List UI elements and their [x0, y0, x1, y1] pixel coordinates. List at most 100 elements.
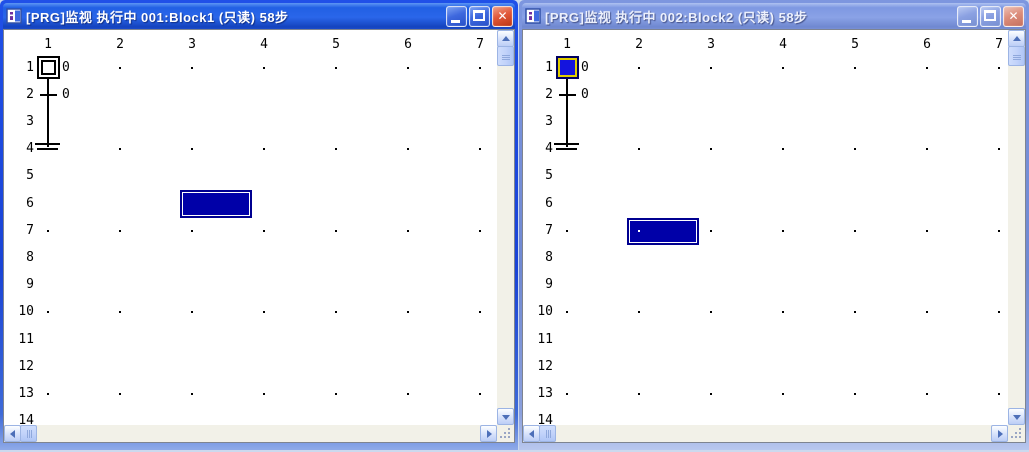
row-header: 13	[525, 387, 553, 401]
row-header: 7	[6, 224, 34, 238]
horizontal-scrollbar[interactable]	[4, 425, 497, 442]
sfc-transition-number: 0	[581, 88, 589, 102]
window-client-area: 1234567123456789101112131400	[3, 29, 515, 443]
scroll-right-button[interactable]	[991, 425, 1008, 442]
horizontal-scroll-thumb[interactable]	[539, 425, 556, 442]
row-header: 1	[525, 61, 553, 75]
column-header: 2	[110, 38, 130, 52]
grid-dot	[191, 311, 193, 313]
grid-dot	[335, 393, 337, 395]
sfc-transition[interactable]	[559, 94, 576, 96]
scroll-left-button[interactable]	[523, 425, 540, 442]
arrow-up-icon	[502, 36, 510, 41]
scroll-up-button[interactable]	[1008, 30, 1025, 47]
row-header: 1	[6, 61, 34, 75]
grid-dot	[407, 311, 409, 313]
column-header: 1	[557, 38, 577, 52]
column-header: 4	[254, 38, 274, 52]
selection-cursor[interactable]	[180, 190, 252, 217]
scroll-down-button[interactable]	[1008, 408, 1025, 425]
grid-dot	[782, 311, 784, 313]
sfc-end-mark-line	[37, 148, 58, 150]
row-header: 6	[6, 197, 34, 211]
row-header: 14	[525, 414, 553, 425]
row-header: 5	[525, 169, 553, 183]
sfc-connection-line	[47, 79, 49, 147]
close-button[interactable]	[1003, 6, 1024, 27]
column-header: 7	[470, 38, 490, 52]
column-header: 5	[326, 38, 346, 52]
row-header: 12	[525, 360, 553, 374]
column-header: 1	[38, 38, 58, 52]
row-header: 3	[6, 115, 34, 129]
sfc-editor-canvas[interactable]: 1234567123456789101112131400	[523, 30, 1008, 425]
minimize-button[interactable]	[446, 6, 467, 27]
window-title: [PRG]监视 执行中 002:Block2 (只读) 58步	[545, 7, 957, 26]
grid-dot	[710, 393, 712, 395]
row-header: 11	[525, 333, 553, 347]
prg-window-icon	[525, 8, 541, 24]
grid-dot	[998, 230, 1000, 232]
maximize-button[interactable]	[469, 6, 490, 27]
grid-dot	[926, 311, 928, 313]
grid-dot	[926, 393, 928, 395]
sfc-editor-canvas[interactable]: 1234567123456789101112131400	[4, 30, 497, 425]
grid-dot	[998, 393, 1000, 395]
grid-dot	[407, 67, 409, 69]
grid-dot	[998, 311, 1000, 313]
minimize-button[interactable]	[957, 6, 978, 27]
grid-dot	[854, 148, 856, 150]
horizontal-scroll-thumb[interactable]	[20, 425, 37, 442]
row-header: 8	[525, 251, 553, 265]
vertical-scroll-thumb[interactable]	[1008, 46, 1025, 66]
vertical-scrollbar[interactable]	[497, 30, 514, 425]
sfc-initial-step[interactable]	[37, 56, 60, 79]
grid-dot	[638, 148, 640, 150]
grid-dot	[926, 67, 928, 69]
prg-monitor-window-block2: [PRG]监视 执行中 002:Block2 (只读) 58步 12345671…	[519, 0, 1029, 450]
grid-dot-inverted	[638, 230, 640, 232]
window-title: [PRG]监视 执行中 001:Block1 (只读) 58步	[26, 7, 446, 26]
grid-dot	[854, 311, 856, 313]
row-header: 10	[6, 305, 34, 319]
row-header: 4	[6, 142, 34, 156]
grid-dot	[638, 311, 640, 313]
row-header: 7	[525, 224, 553, 238]
column-header: 7	[989, 38, 1008, 52]
vertical-scroll-thumb[interactable]	[497, 46, 514, 66]
row-header: 9	[525, 278, 553, 292]
row-header: 13	[6, 387, 34, 401]
row-header: 9	[6, 278, 34, 292]
column-header: 3	[182, 38, 202, 52]
arrow-left-icon	[10, 430, 15, 438]
scroll-right-button[interactable]	[480, 425, 497, 442]
grid-dot	[335, 311, 337, 313]
prg-window-icon	[6, 8, 22, 24]
sfc-transition-number: 0	[62, 88, 70, 102]
resize-grip[interactable]	[497, 425, 514, 442]
horizontal-scrollbar[interactable]	[523, 425, 1008, 442]
titlebar[interactable]: [PRG]监视 执行中 002:Block2 (只读) 58步	[522, 3, 1026, 29]
sfc-initial-step[interactable]	[556, 56, 579, 79]
column-header: 4	[773, 38, 793, 52]
titlebar[interactable]: [PRG]监视 执行中 001:Block1 (只读) 58步	[3, 3, 515, 29]
grid-dot	[638, 393, 640, 395]
scroll-down-button[interactable]	[497, 408, 514, 425]
grid-dot	[335, 148, 337, 150]
grid-dot	[479, 230, 481, 232]
vertical-scrollbar[interactable]	[1008, 30, 1025, 425]
maximize-button[interactable]	[980, 6, 1001, 27]
sfc-step-number: 0	[581, 61, 589, 75]
grid-dot	[782, 67, 784, 69]
row-header: 6	[525, 197, 553, 211]
grid-dot	[638, 67, 640, 69]
scroll-left-button[interactable]	[4, 425, 21, 442]
grid-dot	[479, 148, 481, 150]
scroll-up-button[interactable]	[497, 30, 514, 47]
grid-dot	[191, 230, 193, 232]
close-button[interactable]	[492, 6, 513, 27]
resize-grip[interactable]	[1008, 425, 1025, 442]
sfc-transition[interactable]	[40, 94, 57, 96]
mdi-workspace: [PRG]监视 执行中 001:Block1 (只读) 58步 12345671…	[0, 0, 1029, 452]
grid-dot	[263, 311, 265, 313]
